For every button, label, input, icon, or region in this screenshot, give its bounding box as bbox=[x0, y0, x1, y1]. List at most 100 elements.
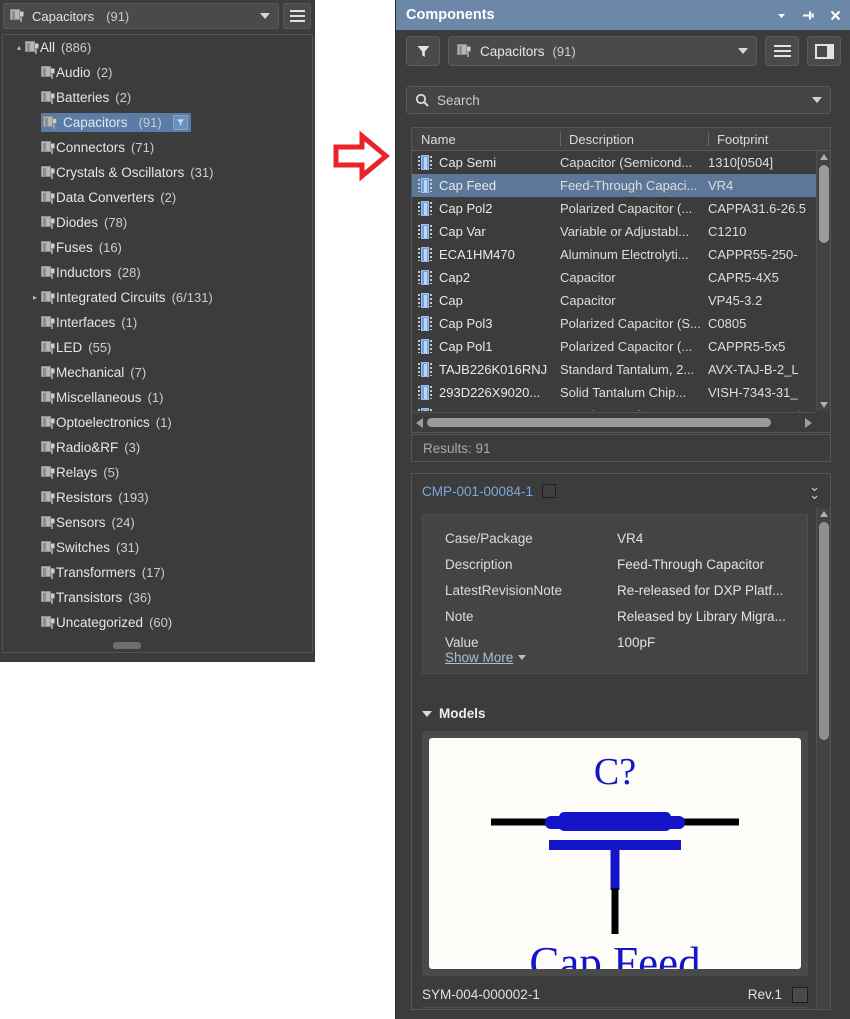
tree-item-switches[interactable]: Switches (31) bbox=[3, 535, 312, 560]
scroll-down-icon[interactable] bbox=[820, 402, 828, 408]
table-row[interactable]: Cap Capacitor VP45-3.2 bbox=[412, 289, 830, 312]
tree-horizontal-scrollbar[interactable] bbox=[113, 642, 141, 649]
tree-item-uncategorized[interactable]: Uncategorized (60) bbox=[3, 610, 312, 635]
tree-item-label: Switches bbox=[56, 540, 111, 555]
grid-horizontal-scrollbar[interactable] bbox=[412, 412, 816, 432]
category-combo-label: Capacitors bbox=[480, 43, 545, 59]
tree-item-selected: Capacitors (91) bbox=[41, 113, 191, 132]
table-row[interactable]: Cap Pol3 Polarized Capacitor (S... C0805 bbox=[412, 312, 830, 335]
scroll-left-icon[interactable] bbox=[416, 417, 423, 428]
models-section-header[interactable]: Models bbox=[422, 706, 486, 721]
parameter-value: 100pF bbox=[617, 634, 656, 650]
chevron-down-icon[interactable] bbox=[738, 48, 748, 54]
column-header-name[interactable]: Name bbox=[412, 128, 560, 150]
tree-item-radio-rf[interactable]: Radio&RF (3) bbox=[3, 435, 312, 460]
column-header-description[interactable]: Description bbox=[560, 128, 708, 150]
table-row[interactable]: 293D226X9020... Solid Tantalum Chip... VIS… bbox=[412, 381, 830, 404]
model-preview-card[interactable]: C? Cap Feed bbox=[422, 731, 808, 976]
scrollbar-thumb[interactable] bbox=[819, 522, 829, 740]
component-id-link[interactable]: CMP-001-00084-1 bbox=[422, 484, 533, 499]
layout-toggle-button[interactable] bbox=[807, 36, 841, 66]
cell-description: Solid Tantalum Chip... bbox=[560, 385, 687, 400]
tree-item-miscellaneous[interactable]: Miscellaneous (1) bbox=[3, 385, 312, 410]
column-header-footprint[interactable]: Footprint bbox=[708, 128, 830, 150]
components-grid: Name Description Footprint Cap Semi Capac… bbox=[411, 127, 831, 433]
tree-item-data-converters[interactable]: Data Converters (2) bbox=[3, 185, 312, 210]
cell-name: TAJB226K016RNJ bbox=[412, 362, 560, 377]
tree-item-sensors[interactable]: Sensors (24) bbox=[3, 510, 312, 535]
table-row[interactable]: Cap Feed Feed-Through Capaci... VR4 bbox=[412, 174, 830, 197]
double-chevron-down-icon[interactable]: ⌄ ⌄ bbox=[809, 480, 820, 501]
parameter-row: Case/Package VR4 bbox=[445, 525, 807, 551]
tree-item-inductors[interactable]: Inductors (28) bbox=[3, 260, 312, 285]
table-row[interactable]: ECA1HM470 Aluminum Electrolyti... CAPPR55-… bbox=[412, 243, 830, 266]
tree-item-batteries[interactable]: Batteries (2) bbox=[3, 85, 312, 110]
close-icon[interactable] bbox=[829, 9, 842, 22]
tree-item-relays[interactable]: Relays (5) bbox=[3, 460, 312, 485]
tree-menu-button[interactable] bbox=[283, 3, 311, 29]
component-icon bbox=[25, 40, 40, 55]
tree-item-led[interactable]: LED (55) bbox=[3, 335, 312, 360]
show-more-label: Show More bbox=[445, 650, 514, 665]
tree-expander-icon[interactable]: ▸ bbox=[29, 293, 41, 302]
table-row[interactable]: Cap Pol1 Polarized Capacitor (... CAPPR5-5… bbox=[412, 335, 830, 358]
category-combo[interactable]: Capacitors (91) bbox=[448, 36, 757, 66]
cell-name: Cap2 bbox=[412, 270, 560, 285]
scrollbar-thumb[interactable] bbox=[427, 418, 771, 427]
scroll-up-icon[interactable] bbox=[820, 511, 828, 517]
panel-title: Components bbox=[406, 7, 495, 23]
tree-category-combo[interactable]: Capacitors (91) bbox=[3, 3, 279, 29]
component-icon bbox=[41, 615, 56, 630]
scroll-up-icon[interactable] bbox=[820, 154, 828, 160]
chevron-down-icon[interactable] bbox=[260, 13, 270, 19]
tree-list[interactable]: ▴ All (886) Audio (2) Batteries (2) Capacitors(… bbox=[2, 34, 313, 653]
filter-active-icon[interactable] bbox=[172, 115, 188, 130]
grid-body[interactable]: Cap Semi Capacitor (Semicond... 1310[0504]… bbox=[412, 151, 830, 411]
tree-item-all[interactable]: ▴ All (886) bbox=[3, 35, 312, 60]
component-icon bbox=[41, 515, 56, 530]
tree-item-mechanical[interactable]: Mechanical (7) bbox=[3, 360, 312, 385]
scrollbar-thumb[interactable] bbox=[819, 165, 829, 243]
symbol-designator: C? bbox=[594, 751, 636, 793]
tree-item-transformers[interactable]: Transformers (17) bbox=[3, 560, 312, 585]
tree-item-resistors[interactable]: Resistors (193) bbox=[3, 485, 312, 510]
component-icon bbox=[41, 465, 56, 480]
component-icon bbox=[10, 9, 25, 23]
chevron-down-icon[interactable] bbox=[812, 97, 822, 103]
scroll-right-icon[interactable] bbox=[805, 417, 812, 428]
filter-button[interactable] bbox=[406, 36, 440, 66]
pin-icon[interactable] bbox=[802, 9, 815, 22]
table-row[interactable]: Cap Semi Capacitor (Semicond... 1310[0504] bbox=[412, 151, 830, 174]
grid-vertical-scrollbar[interactable] bbox=[816, 151, 830, 411]
component-checkbox[interactable] bbox=[542, 484, 557, 498]
tree-item-capacitors[interactable]: Capacitors (91) bbox=[3, 110, 312, 135]
table-row[interactable]: T491D476K016ATTantalum Surface Mo...KEMT… bbox=[412, 404, 830, 411]
table-row[interactable]: Cap Pol2 Polarized Capacitor (... CAPPA31.… bbox=[412, 197, 830, 220]
tree-item-optoelectronics[interactable]: Optoelectronics (1) bbox=[3, 410, 312, 435]
table-row[interactable]: Cap2 Capacitor CAPR5-4X5 bbox=[412, 266, 830, 289]
parameters-card: Case/Package VR4 Description Feed-Through C… bbox=[422, 514, 808, 674]
tree-expander-icon[interactable]: ▴ bbox=[13, 43, 25, 52]
components-menu-button[interactable] bbox=[765, 36, 799, 66]
red-right-arrow-annotation bbox=[332, 126, 392, 186]
funnel-icon bbox=[417, 45, 429, 57]
component-icon bbox=[41, 415, 56, 430]
tree-item-transistors[interactable]: Transistors (36) bbox=[3, 585, 312, 610]
revision-checkbox[interactable] bbox=[792, 986, 808, 1003]
show-more-button[interactable]: Show More bbox=[445, 650, 527, 665]
detail-vertical-scrollbar[interactable] bbox=[816, 508, 830, 1009]
parameter-key: Note bbox=[445, 608, 474, 624]
symbol-name: Cap Feed bbox=[529, 938, 700, 969]
tree-item-connectors[interactable]: Connectors (71) bbox=[3, 135, 312, 160]
search-input[interactable]: Search bbox=[406, 86, 831, 114]
table-row[interactable]: TAJB226K016RNJ Standard Tantalum, 2... AVX… bbox=[412, 358, 830, 381]
tree-item-interfaces[interactable]: Interfaces (1) bbox=[3, 310, 312, 335]
chevron-down-icon[interactable] bbox=[775, 9, 788, 22]
tree-item-diodes[interactable]: Diodes (78) bbox=[3, 210, 312, 235]
table-row[interactable]: Cap Var Variable or Adjustabl... C1210 bbox=[412, 220, 830, 243]
tree-item-audio[interactable]: Audio (2) bbox=[3, 60, 312, 85]
tree-item-crystals-oscillators[interactable]: Crystals & Oscillators (31) bbox=[3, 160, 312, 185]
tree-item-count: (31) bbox=[190, 165, 214, 180]
tree-item-fuses[interactable]: Fuses (16) bbox=[3, 235, 312, 260]
tree-item-integrated-circuits[interactable]: ▸ Integrated Circuits (6/131) bbox=[3, 285, 312, 310]
